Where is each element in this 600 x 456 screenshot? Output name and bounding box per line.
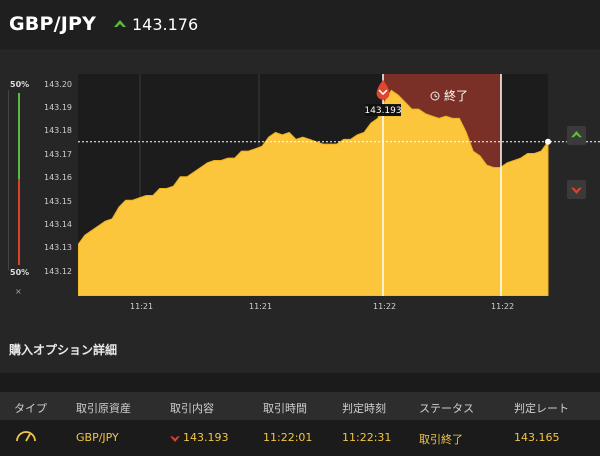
currency-pair: GBP/JPY (9, 13, 97, 35)
gauge-close-icon[interactable]: × (15, 287, 22, 296)
y-tick-label: 143.16 (44, 173, 72, 183)
table-header: タイプ 取引原資産 取引内容 取引時間 判定時刻 ステータス 判定レート (0, 392, 600, 420)
row-judge-rate: 143.165 (514, 431, 560, 444)
y-tick-label: 143.13 (44, 243, 72, 253)
gauge-type-icon (15, 427, 37, 446)
gauge-down-bar (18, 179, 20, 265)
table-row[interactable]: GBP/JPY 143.193 11:22:01 11:22:31 取引終了 1… (0, 420, 600, 454)
price-chart-svg: 143.193 終了 (77, 74, 600, 297)
live-rate-value: 143.176 (132, 15, 199, 34)
y-tick-label: 143.12 (44, 266, 72, 276)
y-tick-label: 143.18 (44, 126, 72, 136)
price-chart: 143.193 終了 (77, 74, 600, 297)
end-label: 終了 (444, 88, 468, 103)
high-button[interactable] (567, 126, 586, 145)
y-tick-label: 143.20 (44, 79, 72, 89)
x-tick-label: 11:21 (130, 302, 154, 311)
sentiment-gauge: 50% 50% × (8, 80, 30, 300)
gauge-bottom-label: 50% (10, 268, 30, 277)
x-tick-label: 11:21 (249, 302, 273, 311)
gauge-up-bar (18, 93, 20, 179)
col-asset: 取引原資産 (76, 402, 131, 415)
y-tick-label: 143.15 (44, 196, 72, 206)
col-judge-rate: 判定レート (514, 402, 569, 415)
live-rate: 143.176 (114, 15, 198, 34)
y-tick-label: 143.17 (44, 149, 72, 159)
low-button[interactable] (567, 180, 586, 199)
col-status: ステータス (419, 402, 474, 415)
col-type: タイプ (14, 402, 47, 415)
purchase-table: タイプ 取引原資産 取引内容 取引時間 判定時刻 ステータス 判定レート GBP… (0, 392, 600, 454)
x-tick-label: 11:22 (491, 302, 515, 311)
down-arrow-icon (571, 187, 582, 194)
up-arrow-icon (114, 19, 126, 27)
col-judge-time: 判定時刻 (342, 402, 386, 415)
col-content: 取引内容 (170, 402, 214, 415)
row-rate: 143.193 (183, 431, 229, 444)
purchase-details-header: 購入オプション詳細 (0, 323, 600, 373)
y-tick-label: 143.19 (44, 103, 72, 113)
section-title: 購入オプション詳細 (9, 343, 118, 357)
down-arrow-icon (170, 435, 180, 442)
x-tick-label: 11:22 (373, 302, 397, 311)
gauge-top-label: 50% (10, 80, 30, 89)
row-asset: GBP/JPY (76, 431, 119, 444)
row-trade-time: 11:22:01 (263, 431, 313, 444)
col-trade-time: 取引時間 (263, 402, 307, 415)
gauge-track (8, 90, 9, 270)
up-arrow-icon (571, 131, 582, 138)
y-tick-label: 143.14 (44, 219, 72, 229)
row-judge-time: 11:22:31 (342, 431, 392, 444)
current-point (545, 138, 551, 145)
header-bar: GBP/JPY 143.176 (0, 0, 600, 50)
row-content: 143.193 (170, 431, 229, 444)
row-status: 取引終了 (419, 433, 463, 446)
entry-rate-label: 143.193 (364, 106, 401, 116)
